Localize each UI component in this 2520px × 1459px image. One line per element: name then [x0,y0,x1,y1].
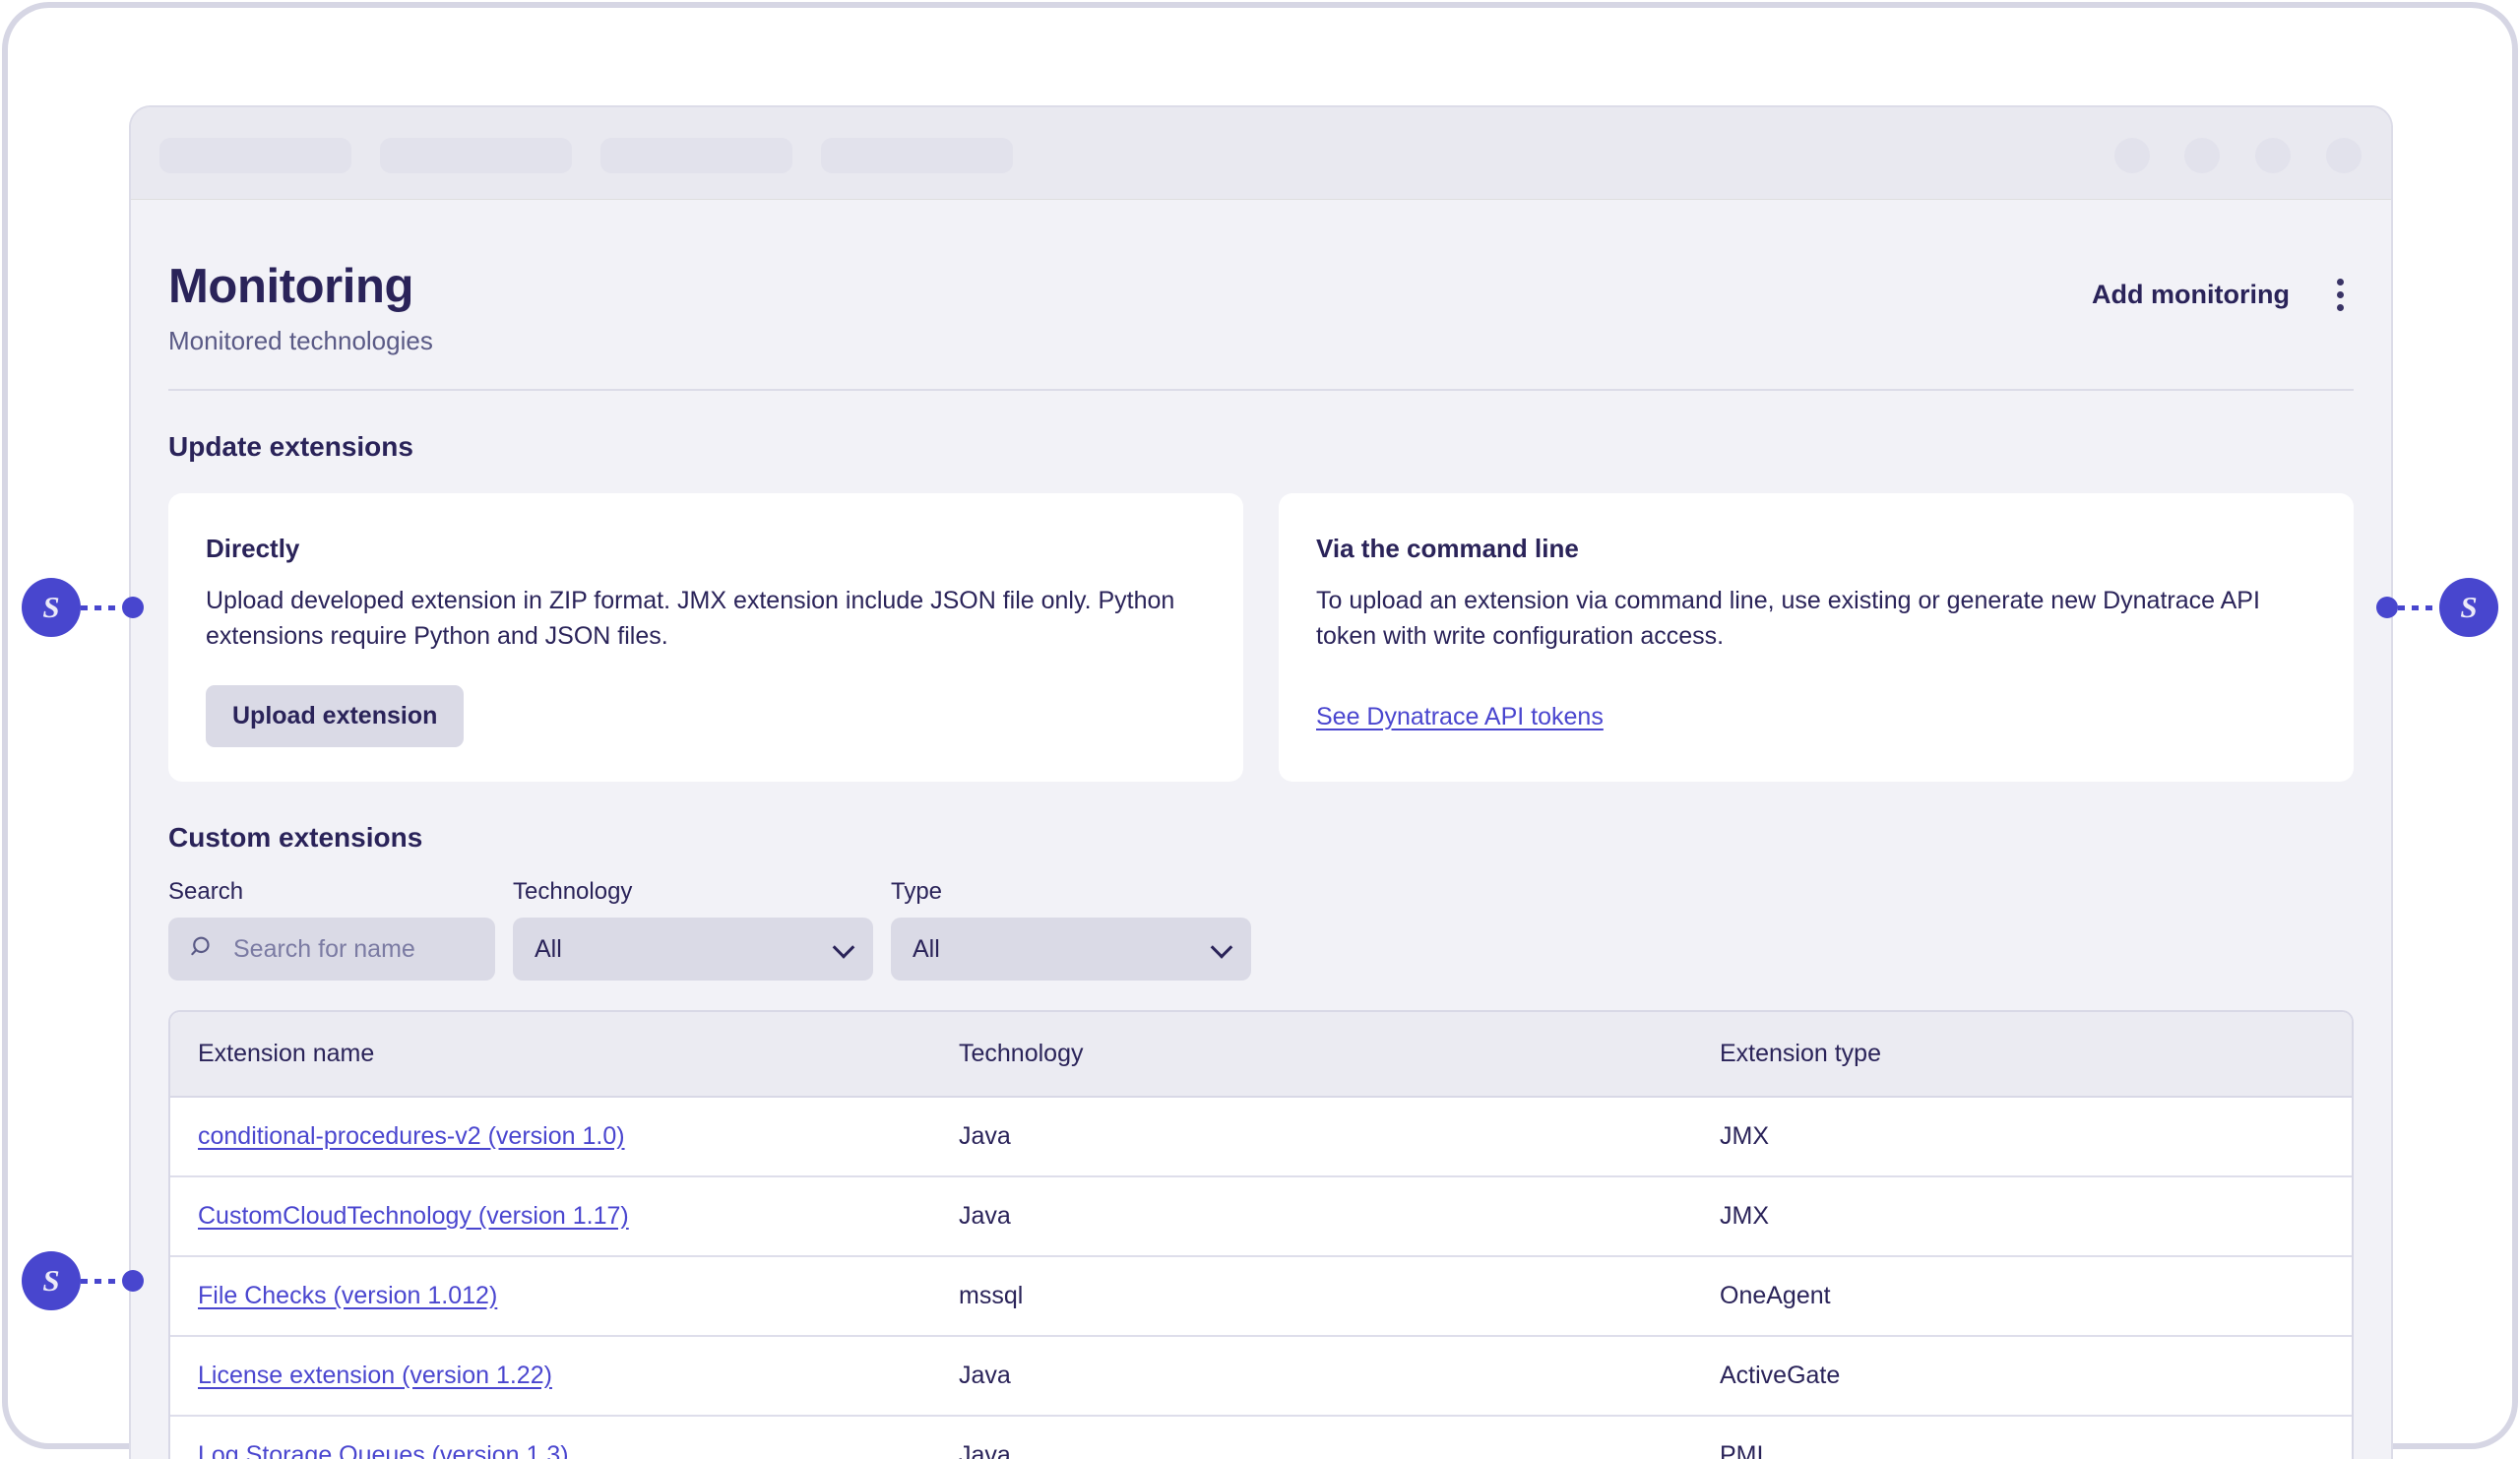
search-input-wrapper[interactable] [168,918,495,981]
table-row: conditional-procedures-v2 (version 1.0) J… [170,1097,2352,1176]
command-line-card-title: Via the command line [1316,536,2316,561]
cell-extension-name: conditional-procedures-v2 (version 1.0) [170,1097,931,1176]
cell-extension-type: JMX [1692,1097,2352,1176]
command-line-card-text: To upload an extension via command line,… [1316,584,2316,654]
annotation-marker-1-label: S [22,578,81,637]
search-icon [190,934,216,965]
annotation-marker-2-endpoint [2376,597,2398,618]
annotation-marker-2-connector [2398,605,2439,610]
cell-extension-type: ActiveGate [1692,1336,2352,1416]
cell-technology: Java [931,1176,1692,1256]
page-title: Monitoring [168,263,433,311]
extensions-table: Extension name Technology Extension type… [170,1012,2352,1459]
technology-filter-group: Technology All [513,880,873,981]
table-row: CustomCloudTechnology (version 1.17) Java… [170,1176,2352,1256]
cell-technology: Java [931,1416,1692,1459]
update-extensions-heading: Update extensions [168,433,2354,461]
annotation-marker-2: S [2376,578,2498,637]
extensions-table-body: conditional-procedures-v2 (version 1.0) J… [170,1097,2352,1459]
cell-extension-name: File Checks (version 1.012) [170,1256,931,1336]
page-root: Monitoring Monitored technologies Add mo… [0,0,2520,1451]
annotation-marker-1: S [22,578,144,637]
table-header-row: Extension name Technology Extension type [170,1012,2352,1097]
technology-select-value: All [535,935,562,964]
cell-extension-type: PMI [1692,1416,2352,1459]
cell-extension-name: CustomCloudTechnology (version 1.17) [170,1176,931,1256]
cell-extension-name: License extension (version 1.22) [170,1336,931,1416]
annotation-marker-3-label: S [22,1251,81,1310]
custom-extensions-heading: Custom extensions [168,824,2354,852]
cell-extension-type: OneAgent [1692,1256,2352,1336]
extension-name-link[interactable]: License extension (version 1.22) [198,1362,552,1389]
technology-label: Technology [513,880,873,904]
chevron-down-icon [833,936,855,959]
table-row: Log Storage Queues (version 1.3) JavaPMI [170,1416,2352,1459]
type-label: Type [891,880,1251,904]
browser-tab-1[interactable] [159,138,351,173]
search-label: Search [168,880,495,904]
page-header-actions: Add monitoring [2092,263,2354,315]
window-control-4[interactable] [2326,138,2362,173]
kebab-dot-1 [2337,279,2344,285]
cell-extension-type: JMX [1692,1176,2352,1256]
annotation-marker-3: S [22,1251,144,1310]
kebab-menu-icon[interactable] [2327,275,2354,315]
update-extensions-cards: Directly Upload developed extension in Z… [168,493,2354,782]
technology-select[interactable]: All [513,918,873,981]
table-row: License extension (version 1.22) JavaActi… [170,1336,2352,1416]
extensions-table-head: Extension name Technology Extension type [170,1012,2352,1097]
column-header-technology[interactable]: Technology [931,1012,1692,1097]
cell-technology: Java [931,1097,1692,1176]
add-monitoring-button[interactable]: Add monitoring [2092,280,2290,310]
annotation-marker-1-connector [81,605,122,610]
type-select[interactable]: All [891,918,1251,981]
browser-tab-3[interactable] [600,138,792,173]
header-divider [168,389,2354,391]
see-dynatrace-api-tokens-link[interactable]: See Dynatrace API tokens [1316,703,1604,731]
annotation-marker-3-connector [81,1279,122,1284]
table-row: File Checks (version 1.012) mssqlOneAgent [170,1256,2352,1336]
directly-card-text: Upload developed extension in ZIP format… [206,584,1206,654]
type-filter-group: Type All [891,880,1251,981]
type-select-value: All [913,935,940,964]
extension-name-link[interactable]: Log Storage Queues (version 1.3) [198,1441,569,1459]
annotation-marker-3-endpoint [122,1270,144,1292]
cell-extension-name: Log Storage Queues (version 1.3) [170,1416,931,1459]
extension-name-link[interactable]: CustomCloudTechnology (version 1.17) [198,1202,629,1230]
chevron-down-icon [1211,936,1233,959]
command-line-card: Via the command line To upload an extens… [1279,493,2354,782]
search-filter-group: Search [168,880,495,981]
cell-technology: mssql [931,1256,1692,1336]
app-body: Monitoring Monitored technologies Add mo… [131,200,2391,1459]
annotation-marker-2-label: S [2439,578,2498,637]
browser-window: Monitoring Monitored technologies Add mo… [129,105,2393,1459]
extension-name-link[interactable]: File Checks (version 1.012) [198,1282,497,1309]
kebab-dot-2 [2337,291,2344,298]
annotation-marker-1-endpoint [122,597,144,618]
page-header-titles: Monitoring Monitored technologies [168,263,433,353]
upload-extension-button[interactable]: Upload extension [206,685,464,747]
cell-technology: Java [931,1336,1692,1416]
extension-name-link[interactable]: conditional-procedures-v2 (version 1.0) [198,1122,625,1150]
window-control-2[interactable] [2184,138,2220,173]
browser-chrome-bar [131,107,2391,200]
page-header: Monitoring Monitored technologies Add mo… [168,200,2354,353]
browser-tab-2[interactable] [380,138,572,173]
kebab-dot-3 [2337,304,2344,311]
extensions-table-wrapper: Extension name Technology Extension type… [168,1010,2354,1459]
browser-tab-4[interactable] [821,138,1013,173]
column-header-extension-type[interactable]: Extension type [1692,1012,2352,1097]
filters-bar: Search Technology All [168,880,2354,981]
window-control-1[interactable] [2114,138,2150,173]
directly-card: Directly Upload developed extension in Z… [168,493,1243,782]
column-header-extension-name[interactable]: Extension name [170,1012,931,1097]
window-control-3[interactable] [2255,138,2291,173]
page-subtitle: Monitored technologies [168,328,433,353]
search-input[interactable] [231,934,472,965]
directly-card-title: Directly [206,536,1206,561]
